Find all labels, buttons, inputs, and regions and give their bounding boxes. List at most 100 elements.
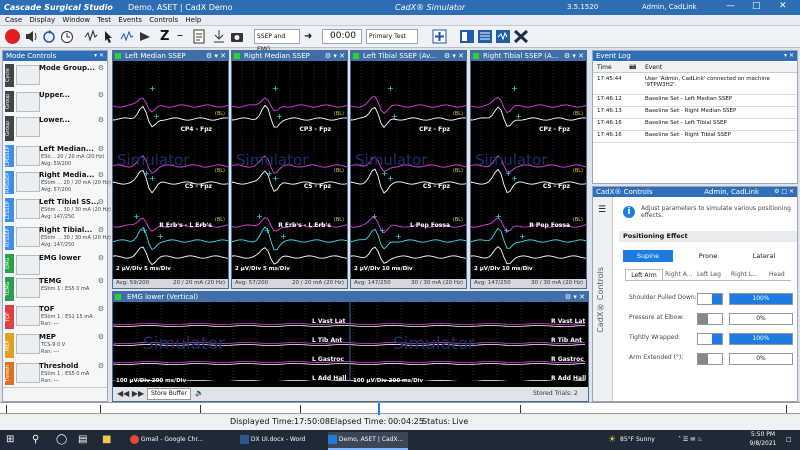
param-slider[interactable]: 100% [729,293,793,305]
marker-icon[interactable] [138,29,152,44]
mode-gear-icon[interactable]: ⚙ [98,277,104,285]
peak-marker[interactable]: + [387,174,394,183]
peak-marker[interactable]: + [149,174,156,183]
mode-gear-icon[interactable]: ⚙ [98,91,104,99]
mode-item[interactable]: EMG EMG lower ⚙ [3,252,107,276]
event-row[interactable]: 17:46:16 Baseline Set - Right Tibial SSEP [593,130,797,143]
mode-gear-icon[interactable]: ⚙ [98,198,104,206]
tab-right-arm[interactable]: Right A... [665,269,693,280]
multitask-icon[interactable]: ▤ [78,432,87,448]
trace-header[interactable]: Right Tibial SSEP (A... ⚙ ▾ ✕ [471,51,586,61]
peak-marker[interactable]: + [276,112,283,121]
peak-marker[interactable]: + [511,174,518,183]
peak-marker[interactable]: + [495,212,502,221]
trace-header[interactable]: Left Tibial SSEP (Av... ⚙ ▾ ✕ [351,51,466,61]
menu-case[interactable]: Case [5,15,22,26]
peak-marker[interactable]: + [264,226,271,235]
tab-right-leg[interactable]: Right L... [731,269,765,280]
mode-item[interactable]: RMSSEP Right Media... EStim ... 20 / 20 mA… [3,169,111,197]
task-view-icon[interactable]: ◯ [56,432,67,448]
peak-marker[interactable]: + [391,112,398,121]
peak-marker[interactable]: + [133,212,140,221]
menu-help[interactable]: Help [185,15,201,26]
test-select[interactable]: Primary Test [366,29,418,44]
mode-item[interactable]: TOF TOF EStim 1 : ES1 15 mA Rsn: --- ⚙ [3,303,107,332]
event-log-pin-icon[interactable]: ▾ ✕ [784,51,794,61]
menu-controls[interactable]: Controls [149,15,178,26]
disconnect-icon[interactable] [513,29,529,44]
mode-item[interactable]: TEMG TEMG EStim 1 : ES5 0 mA ⚙ [3,275,107,304]
emg-speaker-icon[interactable]: 🔈 [195,389,204,397]
emg-settings-icon[interactable]: ⚙ ▾ ✕ [565,292,585,302]
peak-marker[interactable]: + [272,84,279,93]
mode-select[interactable]: SSEP and EMG [254,29,300,53]
clock-icon[interactable] [60,29,74,44]
taskbar-chrome[interactable]: Gmail - Google Chr... [130,432,230,448]
time-field[interactable]: 00:00 [322,29,362,44]
search-icon[interactable]: ⚲ [32,432,39,448]
mode-item[interactable]: Cycle Mode Group... ⚙ [3,62,107,90]
mode-gear-icon[interactable]: ⚙ [98,116,104,124]
position-supine[interactable]: Supine [623,250,673,262]
camera-icon[interactable] [230,29,244,44]
speaker-icon[interactable] [24,29,38,44]
peak-marker[interactable]: + [511,84,518,93]
col-event[interactable]: Event [645,64,662,71]
param-slider[interactable]: 0% [729,353,793,365]
peak-marker[interactable]: + [387,84,394,93]
param-slider[interactable]: 100% [729,333,793,345]
peak-marker[interactable]: + [379,226,386,235]
mode-gear-icon[interactable]: ⚙ [98,254,104,262]
clock-date[interactable]: 9/8/2021 [745,440,781,447]
signal-icon[interactable] [495,29,511,44]
trace-settings-icon[interactable]: ⚙ ▾ ✕ [205,51,226,61]
tab-left-arm[interactable]: Left Arm [625,269,663,280]
tab-left-leg[interactable]: Left Leg [697,269,729,280]
controls-window-icons[interactable]: ⚙ □ ✕ [774,187,794,197]
add-icon[interactable] [432,29,448,44]
layout-icon[interactable] [459,29,475,44]
mode-item[interactable]: Thresh Threshold EStim 1 : ES5 0 mA Rsn: --… [3,360,107,388]
peak-marker[interactable]: + [141,226,148,235]
trace-header[interactable]: Right Median SSEP ⚙ ▾ ✕ [232,51,347,61]
mode-item[interactable]: RTSSEP Right Tibial... EStim ... 30 / 30 m… [3,224,111,253]
tab-head[interactable]: Head [769,269,791,280]
trace-settings-icon[interactable]: ⚙ ▾ ✕ [563,51,584,61]
list-view-icon[interactable] [477,29,493,44]
minus-icon[interactable]: – [177,29,189,44]
arrow-right-icon[interactable]: ➜ [304,29,318,44]
clock-time[interactable]: 5:50 PM [745,431,781,438]
taskbar-word[interactable]: DX UI.docx - Word [240,432,330,448]
peak-marker[interactable]: + [371,212,378,221]
trace-header[interactable]: Left Median SSEP ⚙ ▾ ✕ [113,51,228,61]
menu-display[interactable]: Display [29,15,55,26]
peak-marker[interactable]: + [272,174,279,183]
refresh-icon[interactable] [42,29,56,44]
peak-marker[interactable]: + [149,84,156,93]
cursor-icon[interactable] [102,29,116,44]
position-prone[interactable]: Prone [683,250,733,262]
peak-marker[interactable]: + [503,226,510,235]
notification-icon[interactable]: □ [786,432,792,448]
trace-settings-icon[interactable]: ⚙ ▾ ✕ [443,51,464,61]
document-icon[interactable] [192,29,206,44]
param-toggle[interactable] [697,293,723,305]
col-time[interactable]: Time [597,64,612,71]
weather[interactable]: 85°F Sunny [620,432,655,448]
maximize-icon[interactable]: □ [752,1,761,11]
mode-gear-icon[interactable]: ⚙ [98,171,104,179]
peak-marker[interactable]: + [395,232,402,241]
mode-item[interactable]: Group Lower... ⚙ [3,114,107,144]
peak-marker[interactable]: + [153,112,160,121]
store-buffer-button[interactable]: Store Buffer [147,388,191,400]
menu-events[interactable]: Events [118,15,142,26]
mode-gear-icon[interactable]: ⚙ [98,145,104,153]
mode-item[interactable]: LMSSEP Left Median... ESti... 20 / 20 mA (… [3,143,107,170]
overlay-icon[interactable] [120,29,134,44]
mode-item[interactable]: LTSSEP Left Tibial SS... EStim ... 30 / 30… [3,196,111,225]
mode-gear-icon[interactable]: ⚙ [98,64,104,72]
download-icon[interactable] [212,29,226,44]
hamburger-icon[interactable]: ☰ [598,205,606,215]
peak-marker[interactable]: + [256,212,263,221]
waveform-icon[interactable] [84,29,98,44]
